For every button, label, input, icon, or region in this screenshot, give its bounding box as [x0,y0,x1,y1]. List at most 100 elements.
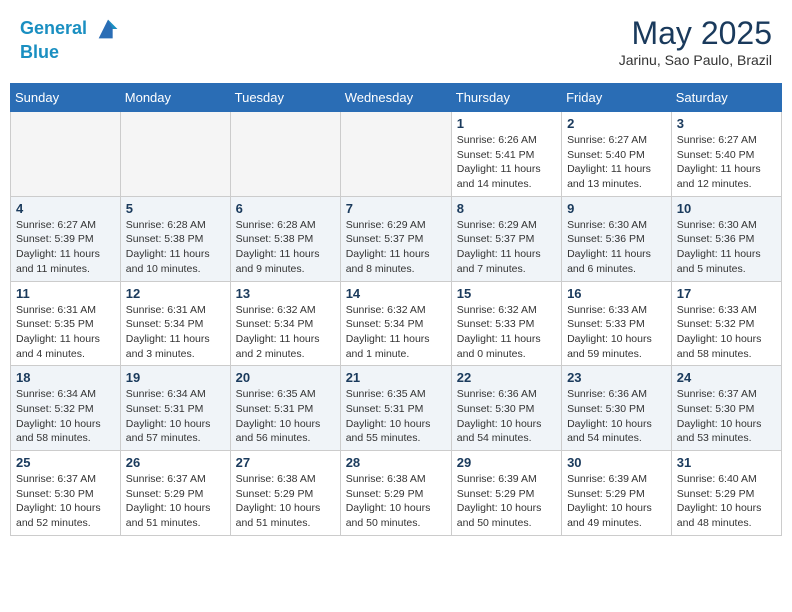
page-header: General Blue May 2025 Jarinu, Sao Paulo,… [10,10,782,73]
day-info: Sunrise: 6:30 AM Sunset: 5:36 PM Dayligh… [677,218,776,277]
day-info: Sunrise: 6:27 AM Sunset: 5:40 PM Dayligh… [677,133,776,192]
day-info: Sunrise: 6:36 AM Sunset: 5:30 PM Dayligh… [457,387,556,446]
day-info: Sunrise: 6:27 AM Sunset: 5:39 PM Dayligh… [16,218,115,277]
calendar-cell: 26 Sunrise: 6:37 AM Sunset: 5:29 PM Dayli… [120,451,230,536]
day-number: 24 [677,370,776,385]
weekday-header-row: SundayMondayTuesdayWednesdayThursdayFrid… [11,84,782,112]
day-info: Sunrise: 6:35 AM Sunset: 5:31 PM Dayligh… [236,387,335,446]
calendar-cell: 14Sunrise: 6:32 AM Sunset: 5:34 PM Dayli… [340,281,451,366]
calendar-cell: 29 Sunrise: 6:39 AM Sunset: 5:29 PM Dayli… [451,451,561,536]
day-info: Sunrise: 6:39 AM Sunset: 5:29 PM Dayligh… [567,472,666,531]
day-number: 25 [16,455,115,470]
title-block: May 2025 Jarinu, Sao Paulo, Brazil [619,15,772,68]
day-number: 18 [16,370,115,385]
calendar-cell: 25 Sunrise: 6:37 AM Sunset: 5:30 PM Dayli… [11,451,121,536]
weekday-header: Monday [120,84,230,112]
day-number: 28 [346,455,446,470]
day-info: Sunrise: 6:33 AM Sunset: 5:32 PM Dayligh… [677,303,776,362]
calendar-cell: 23Sunrise: 6:36 AM Sunset: 5:30 PM Dayli… [562,366,672,451]
day-number: 22 [457,370,556,385]
day-number: 8 [457,201,556,216]
calendar-week-row: 18 Sunrise: 6:34 AM Sunset: 5:32 PM Dayli… [11,366,782,451]
calendar-cell: 10 Sunrise: 6:30 AM Sunset: 5:36 PM Dayli… [671,196,781,281]
logo-blue: Blue [20,42,59,62]
calendar-cell: 12 Sunrise: 6:31 AM Sunset: 5:34 PM Dayli… [120,281,230,366]
day-info: Sunrise: 6:35 AM Sunset: 5:31 PM Dayligh… [346,387,446,446]
calendar-cell: 21 Sunrise: 6:35 AM Sunset: 5:31 PM Dayli… [340,366,451,451]
calendar-cell: 9Sunrise: 6:30 AM Sunset: 5:36 PM Daylig… [562,196,672,281]
day-number: 17 [677,286,776,301]
day-number: 2 [567,116,666,131]
calendar-cell: 13Sunrise: 6:32 AM Sunset: 5:34 PM Dayli… [230,281,340,366]
day-number: 31 [677,455,776,470]
weekday-header: Wednesday [340,84,451,112]
day-info: Sunrise: 6:29 AM Sunset: 5:37 PM Dayligh… [346,218,446,277]
day-number: 6 [236,201,335,216]
day-info: Sunrise: 6:37 AM Sunset: 5:30 PM Dayligh… [16,472,115,531]
weekday-header: Friday [562,84,672,112]
calendar-cell: 30 Sunrise: 6:39 AM Sunset: 5:29 PM Dayli… [562,451,672,536]
calendar-cell: 2Sunrise: 6:27 AM Sunset: 5:40 PM Daylig… [562,112,672,197]
day-number: 12 [126,286,225,301]
day-number: 7 [346,201,446,216]
day-number: 5 [126,201,225,216]
calendar-table: SundayMondayTuesdayWednesdayThursdayFrid… [10,83,782,536]
day-number: 14 [346,286,446,301]
calendar-week-row: 11 Sunrise: 6:31 AM Sunset: 5:35 PM Dayli… [11,281,782,366]
day-number: 10 [677,201,776,216]
weekday-header: Saturday [671,84,781,112]
day-info: Sunrise: 6:32 AM Sunset: 5:33 PM Dayligh… [457,303,556,362]
calendar-week-row: 1 Sunrise: 6:26 AM Sunset: 5:41 PM Daylig… [11,112,782,197]
day-info: Sunrise: 6:26 AM Sunset: 5:41 PM Dayligh… [457,133,556,192]
calendar-week-row: 25 Sunrise: 6:37 AM Sunset: 5:30 PM Dayli… [11,451,782,536]
day-info: Sunrise: 6:29 AM Sunset: 5:37 PM Dayligh… [457,218,556,277]
day-info: Sunrise: 6:33 AM Sunset: 5:33 PM Dayligh… [567,303,666,362]
calendar-cell: 28 Sunrise: 6:38 AM Sunset: 5:29 PM Dayli… [340,451,451,536]
calendar-cell: 20 Sunrise: 6:35 AM Sunset: 5:31 PM Dayli… [230,366,340,451]
weekday-header: Thursday [451,84,561,112]
day-number: 26 [126,455,225,470]
calendar-cell [120,112,230,197]
location-subtitle: Jarinu, Sao Paulo, Brazil [619,52,772,68]
day-number: 11 [16,286,115,301]
day-number: 20 [236,370,335,385]
month-title: May 2025 [619,15,772,52]
day-info: Sunrise: 6:40 AM Sunset: 5:29 PM Dayligh… [677,472,776,531]
day-info: Sunrise: 6:34 AM Sunset: 5:32 PM Dayligh… [16,387,115,446]
calendar-cell: 11 Sunrise: 6:31 AM Sunset: 5:35 PM Dayli… [11,281,121,366]
day-info: Sunrise: 6:37 AM Sunset: 5:29 PM Dayligh… [126,472,225,531]
day-number: 16 [567,286,666,301]
day-number: 21 [346,370,446,385]
calendar-cell: 24 Sunrise: 6:37 AM Sunset: 5:30 PM Dayli… [671,366,781,451]
day-number: 1 [457,116,556,131]
calendar-cell: 19 Sunrise: 6:34 AM Sunset: 5:31 PM Dayli… [120,366,230,451]
day-number: 30 [567,455,666,470]
calendar-cell [340,112,451,197]
calendar-cell: 8 Sunrise: 6:29 AM Sunset: 5:37 PM Daylig… [451,196,561,281]
day-number: 15 [457,286,556,301]
day-info: Sunrise: 6:28 AM Sunset: 5:38 PM Dayligh… [126,218,225,277]
calendar-cell: 3 Sunrise: 6:27 AM Sunset: 5:40 PM Daylig… [671,112,781,197]
calendar-cell: 7 Sunrise: 6:29 AM Sunset: 5:37 PM Daylig… [340,196,451,281]
calendar-cell [230,112,340,197]
calendar-cell: 17 Sunrise: 6:33 AM Sunset: 5:32 PM Dayli… [671,281,781,366]
day-number: 4 [16,201,115,216]
day-number: 29 [457,455,556,470]
day-info: Sunrise: 6:38 AM Sunset: 5:29 PM Dayligh… [236,472,335,531]
calendar-cell: 27Sunrise: 6:38 AM Sunset: 5:29 PM Dayli… [230,451,340,536]
day-number: 3 [677,116,776,131]
calendar-cell: 6Sunrise: 6:28 AM Sunset: 5:38 PM Daylig… [230,196,340,281]
day-info: Sunrise: 6:31 AM Sunset: 5:34 PM Dayligh… [126,303,225,362]
calendar-cell: 5 Sunrise: 6:28 AM Sunset: 5:38 PM Daylig… [120,196,230,281]
day-info: Sunrise: 6:34 AM Sunset: 5:31 PM Dayligh… [126,387,225,446]
day-info: Sunrise: 6:38 AM Sunset: 5:29 PM Dayligh… [346,472,446,531]
day-info: Sunrise: 6:39 AM Sunset: 5:29 PM Dayligh… [457,472,556,531]
calendar-cell: 4 Sunrise: 6:27 AM Sunset: 5:39 PM Daylig… [11,196,121,281]
day-number: 19 [126,370,225,385]
day-info: Sunrise: 6:31 AM Sunset: 5:35 PM Dayligh… [16,303,115,362]
weekday-header: Sunday [11,84,121,112]
calendar-cell: 22 Sunrise: 6:36 AM Sunset: 5:30 PM Dayli… [451,366,561,451]
logo-general: General [20,18,87,38]
day-number: 23 [567,370,666,385]
day-info: Sunrise: 6:37 AM Sunset: 5:30 PM Dayligh… [677,387,776,446]
